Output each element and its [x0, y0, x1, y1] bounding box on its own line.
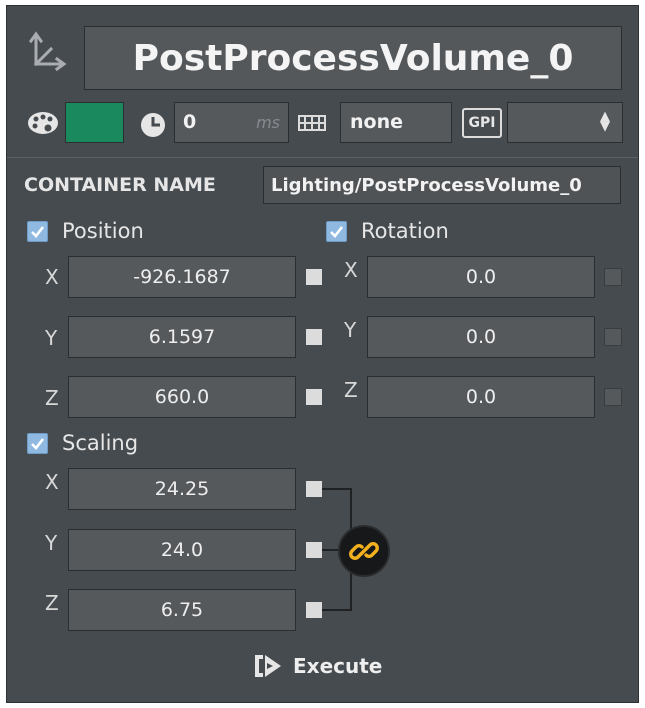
color-swatch[interactable] [65, 102, 124, 143]
layer-input[interactable]: none [340, 102, 452, 143]
rotation-label: Rotation [361, 219, 449, 243]
rotation-x-axis: X [344, 258, 358, 282]
rotation-x-value: 0.0 [465, 266, 497, 288]
link-bracket [322, 609, 352, 611]
delay-input[interactable]: 0 ms [174, 102, 289, 143]
scaling-x-keyframe-toggle[interactable] [306, 481, 322, 497]
container-name-label: CONTAINER NAME [24, 174, 216, 196]
position-z-value: 660.0 [154, 386, 210, 408]
position-y-input[interactable]: 6.1597 [68, 316, 296, 358]
rotation-y-keyframe-toggle[interactable] [604, 328, 622, 346]
execute-icon [255, 655, 281, 677]
axes-icon [27, 28, 69, 72]
rotation-x-keyframe-toggle[interactable] [604, 268, 622, 286]
position-z-axis: Z [45, 386, 59, 410]
properties-panel: PostProcessVolume_0 0 ms none GPI ▲ ▼ CO… [6, 5, 639, 703]
checkmark-icon [31, 438, 45, 450]
position-y-keyframe-toggle[interactable] [306, 329, 322, 345]
scaling-x-input[interactable]: 24.25 [68, 468, 296, 510]
link-bracket [322, 488, 352, 490]
delay-value: 0 [183, 111, 197, 133]
checkmark-icon [31, 226, 45, 238]
scaling-z-keyframe-toggle[interactable] [306, 602, 322, 618]
scaling-z-input[interactable]: 6.75 [68, 589, 296, 631]
container-name-value: Lighting/PostProcessVolume_0 [271, 175, 582, 196]
rotation-z-keyframe-toggle[interactable] [604, 388, 622, 406]
position-z-keyframe-toggle[interactable] [306, 389, 322, 405]
delay-unit: ms [256, 113, 280, 132]
scaling-y-axis: Y [45, 531, 58, 555]
rotation-z-value: 0.0 [465, 386, 497, 408]
position-x-value: -926.1687 [133, 266, 231, 288]
palette-icon [25, 108, 61, 138]
chain-link-icon [349, 542, 379, 560]
scaling-y-input[interactable]: 24.0 [68, 529, 296, 571]
scaling-label: Scaling [62, 431, 139, 455]
object-title: PostProcessVolume_0 [132, 37, 574, 79]
rotation-z-axis: Z [344, 378, 358, 402]
scaling-y-keyframe-toggle[interactable] [306, 542, 322, 558]
scaling-x-axis: X [45, 470, 59, 494]
position-y-axis: Y [45, 326, 58, 350]
position-x-keyframe-toggle[interactable] [306, 269, 322, 285]
position-x-input[interactable]: -926.1687 [68, 256, 296, 298]
layer-value: none [350, 111, 403, 133]
execute-button[interactable]: Execute [253, 649, 393, 683]
gpi-label: GPI [468, 115, 496, 131]
scale-link-button[interactable] [338, 525, 390, 577]
rotation-y-input[interactable]: 0.0 [367, 316, 595, 358]
scaling-y-value: 24.0 [160, 539, 204, 561]
object-title-field[interactable]: PostProcessVolume_0 [84, 26, 622, 90]
gpi-icon: GPI [462, 108, 502, 138]
position-checkbox[interactable] [27, 221, 48, 242]
grid-icon [297, 112, 329, 136]
position-x-axis: X [45, 265, 59, 289]
rotation-z-input[interactable]: 0.0 [367, 376, 595, 418]
rotation-checkbox[interactable] [326, 221, 347, 242]
scaling-checkbox[interactable] [27, 433, 48, 454]
checkmark-icon [330, 226, 344, 238]
clock-icon [138, 110, 168, 140]
scaling-z-value: 6.75 [160, 599, 204, 621]
rotation-x-input[interactable]: 0.0 [367, 256, 595, 298]
rotation-y-axis: Y [344, 318, 357, 342]
gpi-select[interactable]: ▲ ▼ [507, 102, 623, 143]
container-name-field[interactable]: Lighting/PostProcessVolume_0 [263, 166, 621, 204]
rotation-y-value: 0.0 [465, 326, 497, 348]
position-label: Position [62, 219, 144, 243]
position-y-value: 6.1597 [148, 326, 216, 348]
execute-label: Execute [293, 654, 383, 678]
select-arrows-icon: ▲ ▼ [600, 109, 610, 134]
scaling-z-axis: Z [45, 591, 59, 615]
position-z-input[interactable]: 660.0 [68, 376, 296, 418]
scaling-x-value: 24.25 [154, 478, 210, 500]
divider [7, 157, 638, 158]
